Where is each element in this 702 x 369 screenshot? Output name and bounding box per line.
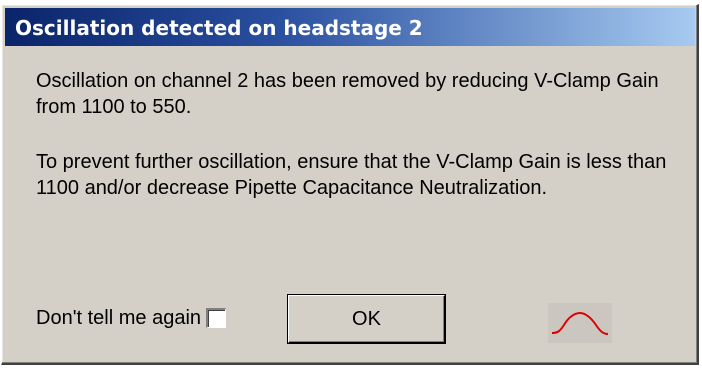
waveform-svg — [551, 311, 609, 335]
title-bar[interactable]: Oscillation detected on headstage 2 — [5, 8, 695, 46]
ok-button-label: OK — [352, 307, 381, 330]
prevention-advice-message: To prevent further oscillation, ensure t… — [36, 151, 667, 199]
dont-tell-again-checkbox[interactable] — [206, 308, 227, 328]
ok-button[interactable]: OK — [288, 295, 445, 343]
oscillation-removed-message: Oscillation on channel 2 has been remove… — [36, 70, 659, 118]
dont-tell-again-option[interactable]: Don't tell me again — [36, 305, 227, 331]
dont-tell-again-label: Don't tell me again — [36, 306, 202, 329]
oscillation-dialog: Oscillation detected on headstage 2 Osci… — [1, 4, 699, 365]
oscillation-waveform-icon — [548, 303, 612, 343]
dialog-title: Oscillation detected on headstage 2 — [15, 16, 423, 40]
waveform-curve — [551, 311, 609, 335]
